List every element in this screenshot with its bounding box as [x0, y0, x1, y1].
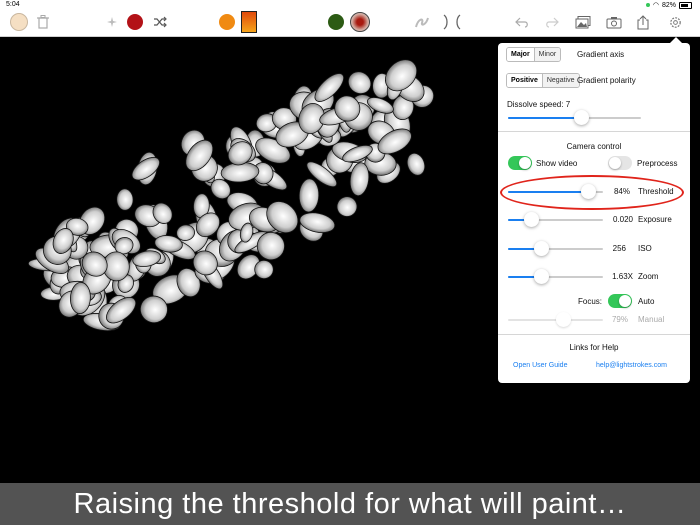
exposure-label: Exposure: [638, 215, 672, 224]
help-email-link[interactable]: help@lightstrokes.com: [596, 362, 667, 369]
threshold-highlight-ellipse: [500, 175, 684, 210]
zoom-slider[interactable]: [508, 269, 603, 284]
show-video-label: Show video: [536, 159, 578, 168]
help-links-title: Links for Help: [569, 343, 619, 352]
cream-color-button[interactable]: [10, 11, 28, 33]
preprocess-label: Preprocess: [637, 159, 678, 168]
orange-color-button[interactable]: [219, 11, 235, 33]
sparkle-icon[interactable]: [106, 11, 118, 33]
gradient-axis-segmented[interactable]: Major Minor: [506, 47, 562, 62]
radial-brush-button[interactable]: [350, 11, 370, 33]
symmetry-icon[interactable]: [442, 11, 462, 33]
green-color-button[interactable]: [328, 11, 344, 33]
flower-petal: [298, 178, 320, 213]
focus-label: Focus:: [578, 297, 603, 306]
focus-auto-label: Auto: [638, 297, 655, 306]
exposure-slider[interactable]: [508, 212, 603, 227]
stroke-icon[interactable]: [414, 11, 430, 33]
top-toolbar: 5:04 ◠ 82%: [0, 0, 700, 37]
battery-percent: 82%: [661, 1, 676, 9]
caption-banner: Raising the threshold for what will pain…: [0, 483, 700, 525]
share-icon[interactable]: [637, 11, 649, 33]
flower-petal: [406, 152, 426, 176]
flower-petal: [347, 71, 372, 95]
gradient-color-button[interactable]: [241, 11, 257, 33]
flower-petal: [116, 188, 134, 211]
axis-major-option[interactable]: Major: [507, 48, 534, 61]
status-indicators: ◠ 82%: [645, 1, 692, 9]
settings-popover: Major Minor Gradient axis Positive Negat…: [498, 37, 690, 383]
gear-icon[interactable]: [668, 11, 683, 33]
divider: [498, 131, 690, 132]
flower-artwork: [27, 59, 435, 332]
gradient-polarity-label: Gradient polarity: [577, 76, 636, 85]
zoom-label: Zoom: [638, 272, 659, 281]
dissolve-speed-label: Dissolve speed: 7: [507, 100, 571, 109]
camera-icon[interactable]: [606, 11, 622, 33]
undo-icon[interactable]: [515, 11, 529, 33]
gallery-icon[interactable]: [575, 11, 591, 33]
shuffle-icon[interactable]: [153, 11, 167, 33]
red-color-button[interactable]: [127, 11, 143, 33]
user-guide-link[interactable]: Open User Guide: [513, 362, 567, 369]
axis-minor-option[interactable]: Minor: [533, 48, 561, 61]
gradient-axis-label: Gradient axis: [577, 50, 625, 59]
wifi-icon: ◠: [652, 2, 659, 9]
show-video-toggle[interactable]: [508, 156, 532, 170]
flower-petal: [336, 196, 358, 217]
redo-icon[interactable]: [545, 11, 559, 33]
status-time: 5:04: [6, 1, 20, 8]
recording-dot-icon: [645, 3, 650, 7]
manual-focus-label: Manual: [638, 315, 665, 324]
polarity-positive-option[interactable]: Positive: [507, 74, 542, 87]
gradient-polarity-segmented[interactable]: Positive Negative: [506, 73, 580, 88]
camera-control-title: Camera control: [566, 142, 622, 151]
iso-label: ISO: [638, 244, 652, 253]
polarity-negative-option[interactable]: Negative: [541, 74, 579, 87]
preprocess-toggle[interactable]: [608, 156, 632, 170]
battery-icon: [679, 1, 692, 9]
manual-focus-value: 79%: [611, 315, 628, 324]
trash-icon[interactable]: [37, 11, 49, 33]
zoom-value: 1.63X: [612, 272, 633, 281]
dissolve-speed-slider[interactable]: [508, 110, 641, 125]
focus-auto-toggle[interactable]: [608, 294, 632, 308]
exposure-value: 0.020: [612, 215, 633, 224]
divider: [498, 334, 690, 335]
iso-value: 256: [612, 244, 626, 253]
